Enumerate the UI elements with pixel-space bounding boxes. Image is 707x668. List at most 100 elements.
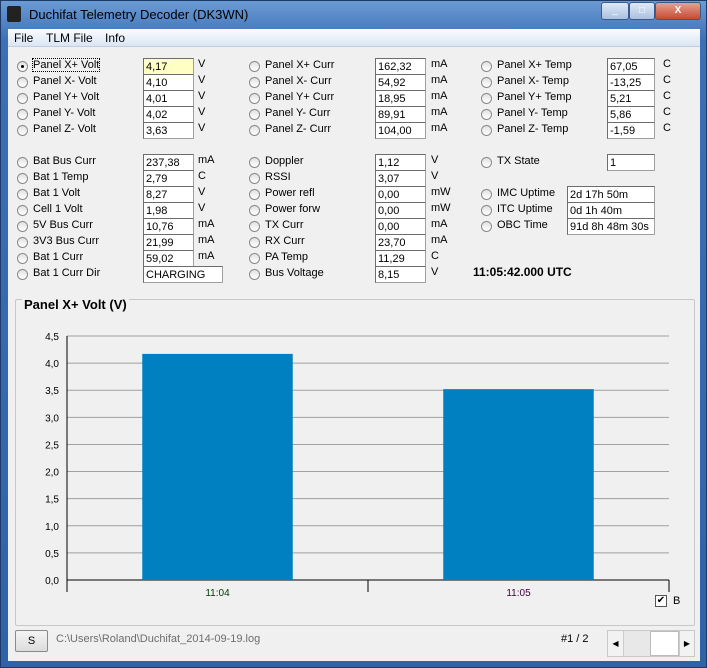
- value-field[interactable]: 3,07: [375, 170, 426, 187]
- field-label: Power refl: [265, 187, 315, 199]
- scroll-right-icon[interactable]: ▶: [679, 631, 694, 656]
- radio-button[interactable]: [249, 189, 260, 200]
- radio-button[interactable]: [481, 125, 492, 136]
- value-field[interactable]: 67,05: [607, 58, 655, 75]
- radio-button[interactable]: [481, 93, 492, 104]
- s-button[interactable]: S: [15, 630, 48, 652]
- value-field[interactable]: 0,00: [375, 186, 426, 203]
- field-label: RX Curr: [265, 235, 305, 247]
- radio-button[interactable]: [249, 157, 260, 168]
- radio-button[interactable]: [17, 157, 28, 168]
- app-window: Duchifat Telemetry Decoder (DK3WN) _ □ X…: [0, 0, 707, 668]
- value-field[interactable]: 54,92: [375, 74, 426, 91]
- field-label: Panel Y- Curr: [265, 107, 331, 119]
- radio-button[interactable]: [17, 189, 28, 200]
- value-field[interactable]: 4,17: [143, 58, 194, 75]
- radio-button[interactable]: [249, 205, 260, 216]
- field-label: Bat 1 Curr Dir: [33, 267, 101, 279]
- radio-button[interactable]: [481, 189, 492, 200]
- radio-button[interactable]: [249, 93, 260, 104]
- field-label: Panel Z- Volt: [33, 123, 96, 135]
- radio-button[interactable]: [249, 237, 260, 248]
- radio-button[interactable]: [481, 221, 492, 232]
- value-field[interactable]: 4,01: [143, 90, 194, 107]
- radio-button[interactable]: [17, 269, 28, 280]
- close-button[interactable]: X: [655, 2, 701, 20]
- radio-button[interactable]: [17, 77, 28, 88]
- field-label: Bat 1 Curr: [33, 251, 84, 263]
- radio-button[interactable]: [481, 61, 492, 72]
- field-label: Panel Y- Temp: [497, 107, 568, 119]
- unit-label: V: [198, 90, 206, 102]
- radio-button[interactable]: [17, 253, 28, 264]
- value-field[interactable]: 91d 8h 48m 30s: [567, 218, 655, 235]
- value-field[interactable]: 0d 1h 40m: [567, 202, 655, 219]
- value-field[interactable]: 89,91: [375, 106, 426, 123]
- radio-button[interactable]: [17, 173, 28, 184]
- radio-button[interactable]: [249, 221, 260, 232]
- scroll-left-icon[interactable]: ◀: [608, 631, 624, 656]
- unit-label: C: [663, 58, 671, 70]
- scroll-thumb[interactable]: [650, 631, 679, 656]
- series-b-checkbox[interactable]: ✔: [655, 595, 667, 607]
- x-tick-label: 11:04: [205, 588, 230, 599]
- page-scrollbar[interactable]: ◀ ▶: [607, 630, 695, 657]
- value-field[interactable]: 21,99: [143, 234, 194, 251]
- unit-label: mA: [198, 154, 215, 166]
- unit-label: C: [663, 122, 671, 134]
- field-label: Bat 1 Temp: [33, 171, 89, 183]
- value-field[interactable]: 59,02: [143, 250, 194, 267]
- value-field[interactable]: -13,25: [607, 74, 655, 91]
- maximize-button[interactable]: □: [629, 2, 655, 20]
- value-field[interactable]: 2,79: [143, 170, 194, 187]
- radio-button[interactable]: [17, 237, 28, 248]
- value-field[interactable]: 8,15: [375, 266, 426, 283]
- radio-button[interactable]: [17, 93, 28, 104]
- value-field[interactable]: 8,27: [143, 186, 194, 203]
- field-label: Panel X- Volt: [33, 75, 97, 87]
- value-field[interactable]: 0,00: [375, 202, 426, 219]
- radio-button[interactable]: [17, 125, 28, 136]
- value-field[interactable]: 162,32: [375, 58, 426, 75]
- value-field[interactable]: 5,86: [607, 106, 655, 123]
- value-field[interactable]: 1: [607, 154, 655, 171]
- radio-button[interactable]: [481, 109, 492, 120]
- radio-button[interactable]: [249, 77, 260, 88]
- unit-label: C: [663, 106, 671, 118]
- value-field[interactable]: -1,59: [607, 122, 655, 139]
- radio-button[interactable]: [17, 221, 28, 232]
- value-field[interactable]: 23,70: [375, 234, 426, 251]
- value-field[interactable]: 18,95: [375, 90, 426, 107]
- value-field[interactable]: 10,76: [143, 218, 194, 235]
- value-field[interactable]: CHARGING: [143, 266, 223, 283]
- value-field[interactable]: 2d 17h 50m: [567, 186, 655, 203]
- radio-button[interactable]: [249, 109, 260, 120]
- radio-button[interactable]: [481, 77, 492, 88]
- unit-label: C: [431, 250, 439, 262]
- value-field[interactable]: 104,00: [375, 122, 426, 139]
- value-field[interactable]: 11,29: [375, 250, 426, 267]
- value-field[interactable]: 1,12: [375, 154, 426, 171]
- value-field[interactable]: 1,98: [143, 202, 194, 219]
- value-field[interactable]: 4,10: [143, 74, 194, 91]
- radio-button[interactable]: [481, 205, 492, 216]
- field-label: PA Temp: [265, 251, 309, 263]
- radio-button[interactable]: [249, 269, 260, 280]
- value-field[interactable]: 0,00: [375, 218, 426, 235]
- radio-button[interactable]: [249, 61, 260, 72]
- value-field[interactable]: 237,38: [143, 154, 194, 171]
- radio-button[interactable]: [249, 173, 260, 184]
- unit-label: V: [431, 154, 439, 166]
- value-field[interactable]: 5,21: [607, 90, 655, 107]
- value-field[interactable]: 4,02: [143, 106, 194, 123]
- radio-button[interactable]: [481, 157, 492, 168]
- radio-button[interactable]: [17, 61, 28, 72]
- field-label: Panel Y+ Volt: [33, 91, 100, 103]
- minimize-button[interactable]: _: [601, 2, 629, 20]
- unit-label: mA: [198, 234, 215, 246]
- radio-button[interactable]: [17, 109, 28, 120]
- radio-button[interactable]: [249, 125, 260, 136]
- value-field[interactable]: 3,63: [143, 122, 194, 139]
- radio-button[interactable]: [249, 253, 260, 264]
- radio-button[interactable]: [17, 205, 28, 216]
